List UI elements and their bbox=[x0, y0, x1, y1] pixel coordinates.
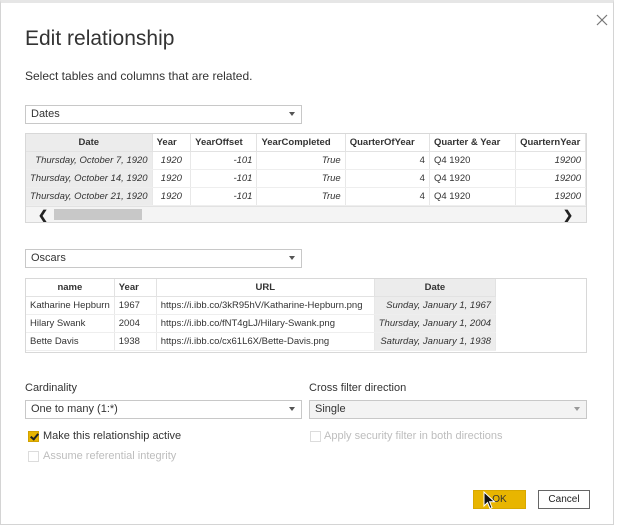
edit-relationship-dialog: Edit relationship Select tables and colu… bbox=[0, 0, 614, 525]
table1-preview-grid[interactable]: Date Year YearOffset YearCompleted Quart… bbox=[25, 133, 587, 223]
table-cell[interactable]: Katharine Hepburn bbox=[26, 296, 115, 315]
column-header-quarter-year[interactable]: Quarter & Year bbox=[429, 134, 517, 152]
table-cell[interactable]: Thursday, October 14, 1920 bbox=[26, 169, 153, 188]
column-header-url[interactable]: URL bbox=[156, 279, 375, 297]
referential-integrity-label: Assume referential integrity bbox=[43, 450, 177, 462]
table-row: Katharine Hepburn 1967 https://i.ibb.co/… bbox=[26, 296, 497, 315]
column-header-name[interactable]: name bbox=[26, 279, 115, 297]
table1-select[interactable]: Dates bbox=[25, 105, 302, 124]
table2-header-row: name Year URL Date bbox=[26, 279, 497, 297]
chevron-down-icon bbox=[289, 112, 295, 116]
table-cell[interactable]: Thursday, January 1, 2004 bbox=[374, 314, 497, 333]
table2-preview-table: name Year URL Date Katharine Hepburn 196… bbox=[26, 279, 497, 351]
dialog-title: Edit relationship bbox=[25, 27, 175, 50]
table-row: Thursday, October 14, 1920 1920 -101 Tru… bbox=[26, 169, 586, 188]
cardinality-select[interactable]: One to many (1:*) bbox=[25, 400, 302, 419]
column-header-quarterofyear[interactable]: QuarterOfYear bbox=[345, 134, 430, 152]
table2-select[interactable]: Oscars bbox=[25, 249, 302, 268]
table-cell[interactable]: https://i.ibb.co/fNT4gLJ/Hilary-Swank.pn… bbox=[156, 314, 375, 333]
column-header-quarternyear[interactable]: QuarternYear bbox=[515, 134, 586, 152]
chevron-down-icon bbox=[574, 407, 580, 411]
scrollbar-thumb[interactable] bbox=[54, 209, 142, 220]
column-header-year[interactable]: Year bbox=[152, 134, 192, 152]
table-cell[interactable]: 1967 bbox=[114, 296, 157, 315]
table-cell[interactable]: 1920 bbox=[152, 187, 192, 206]
table-row: Hilary Swank 2004 https://i.ibb.co/fNT4g… bbox=[26, 314, 497, 333]
table-cell[interactable]: 19200 bbox=[515, 169, 586, 188]
table-row: Thursday, October 21, 1920 1920 -101 Tru… bbox=[26, 187, 586, 206]
table-cell[interactable]: True bbox=[256, 169, 346, 188]
table1-preview-table: Date Year YearOffset YearCompleted Quart… bbox=[26, 134, 586, 206]
close-icon[interactable] bbox=[594, 12, 610, 28]
table-cell[interactable]: 1920 bbox=[152, 151, 192, 170]
table-cell[interactable]: Thursday, October 21, 1920 bbox=[26, 187, 153, 206]
table-cell[interactable]: -101 bbox=[190, 187, 258, 206]
table-row: Thursday, October 7, 1920 1920 -101 True… bbox=[26, 151, 586, 170]
table-cell[interactable]: https://i.ibb.co/3kR95hV/Katharine-Hepbu… bbox=[156, 296, 375, 315]
cross-filter-select[interactable]: Single bbox=[309, 400, 587, 419]
table1-header-row: Date Year YearOffset YearCompleted Quart… bbox=[26, 134, 586, 152]
table-cell[interactable]: 2004 bbox=[114, 314, 157, 333]
referential-integrity-checkbox[interactable] bbox=[28, 451, 39, 462]
table-cell[interactable]: Hilary Swank bbox=[26, 314, 115, 333]
column-header-date[interactable]: Date bbox=[374, 279, 497, 297]
table-cell[interactable]: True bbox=[256, 187, 346, 206]
cross-filter-select-value: Single bbox=[315, 403, 346, 415]
table-cell[interactable]: Thursday, October 7, 1920 bbox=[26, 151, 153, 170]
table-cell[interactable]: -101 bbox=[190, 169, 258, 188]
table-row: Bette Davis 1938 https://i.ibb.co/cx61L6… bbox=[26, 332, 497, 351]
chevron-down-icon bbox=[289, 407, 295, 411]
table1-select-value: Dates bbox=[31, 108, 60, 120]
column-header-yearoffset[interactable]: YearOffset bbox=[190, 134, 258, 152]
table-cell[interactable]: https://i.ibb.co/cx61L6X/Bette-Davis.png bbox=[156, 332, 375, 351]
table2-select-value: Oscars bbox=[31, 252, 66, 264]
table-cell[interactable]: Saturday, January 1, 1938 bbox=[374, 332, 497, 351]
security-filter-label: Apply security filter in both directions bbox=[324, 430, 503, 442]
table2-preview-grid[interactable]: name Year URL Date Katharine Hepburn 196… bbox=[25, 278, 587, 353]
chevron-left-icon[interactable]: ❮ bbox=[38, 208, 48, 222]
table-cell[interactable]: 19200 bbox=[515, 151, 586, 170]
table-cell[interactable]: 4 bbox=[345, 187, 430, 206]
ok-button[interactable]: OK bbox=[473, 490, 526, 509]
security-filter-checkbox[interactable] bbox=[310, 431, 321, 442]
make-active-checkbox[interactable] bbox=[28, 431, 39, 442]
table-cell[interactable]: Sunday, January 1, 1967 bbox=[374, 296, 497, 315]
table-cell[interactable]: 1920 bbox=[152, 169, 192, 188]
mouse-pointer-icon bbox=[483, 491, 496, 510]
table-cell[interactable]: Q4 1920 bbox=[429, 151, 517, 170]
chevron-right-icon[interactable]: ❯ bbox=[563, 208, 573, 222]
table-cell[interactable]: -101 bbox=[190, 151, 258, 170]
table-cell[interactable]: True bbox=[256, 151, 346, 170]
cardinality-label: Cardinality bbox=[25, 382, 77, 394]
horizontal-scrollbar[interactable]: ❮ ❯ bbox=[26, 206, 586, 222]
table-cell[interactable]: 4 bbox=[345, 169, 430, 188]
table-cell[interactable]: 19200 bbox=[515, 187, 586, 206]
table-cell[interactable]: Bette Davis bbox=[26, 332, 115, 351]
dialog-subtitle: Select tables and columns that are relat… bbox=[25, 69, 253, 83]
cardinality-select-value: One to many (1:*) bbox=[31, 403, 118, 415]
table-cell[interactable]: Q4 1920 bbox=[429, 169, 517, 188]
column-header-yearcompleted[interactable]: YearCompleted bbox=[256, 134, 346, 152]
chevron-down-icon bbox=[289, 256, 295, 260]
cross-filter-label: Cross filter direction bbox=[309, 382, 407, 394]
cancel-button[interactable]: Cancel bbox=[538, 490, 590, 509]
column-header-date[interactable]: Date bbox=[26, 134, 153, 152]
table-cell[interactable]: Q4 1920 bbox=[429, 187, 517, 206]
column-header-year[interactable]: Year bbox=[114, 279, 157, 297]
table-cell[interactable]: 1938 bbox=[114, 332, 157, 351]
table-cell[interactable]: 4 bbox=[345, 151, 430, 170]
make-active-label[interactable]: Make this relationship active bbox=[43, 430, 181, 442]
